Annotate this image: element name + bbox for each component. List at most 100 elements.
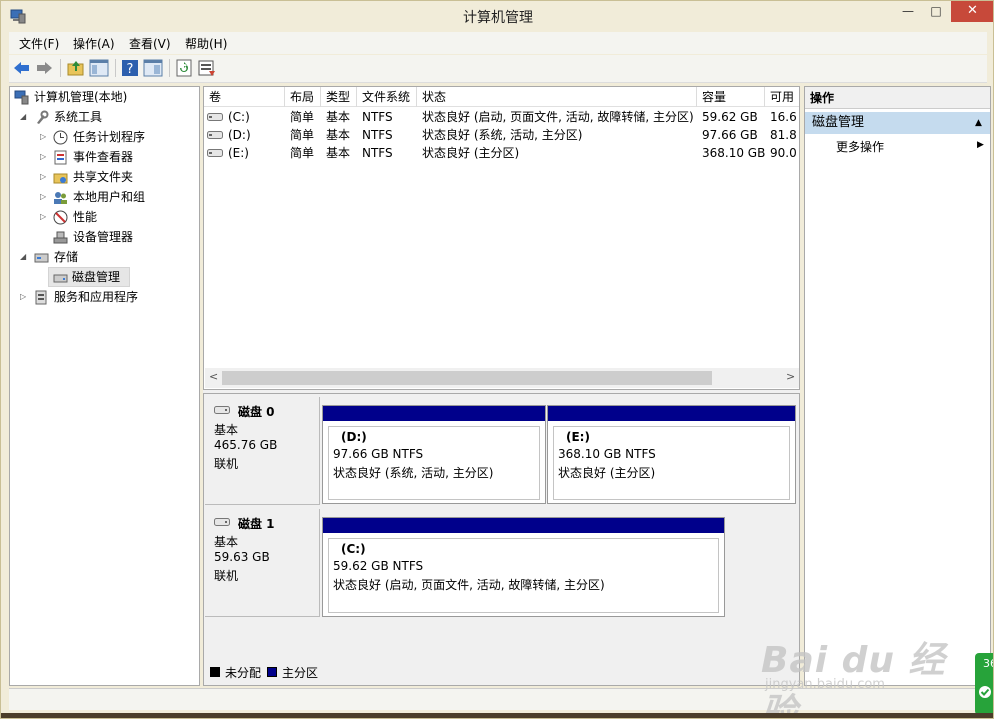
tree-item-storage[interactable]: ◢ 存储 — [12, 247, 198, 267]
help-icon[interactable]: ? — [120, 58, 140, 78]
table-row[interactable]: (D:) 简单 基本 NTFS 状态良好 (系统, 活动, 主分区) 97.66… — [204, 126, 799, 144]
cell-status: 状态良好 (系统, 活动, 主分区) — [422, 128, 583, 142]
collapsed-arrow-icon[interactable]: ▷ — [40, 127, 50, 147]
toolbar-separator — [169, 59, 170, 77]
export-icon[interactable] — [197, 58, 217, 78]
center-pane: 卷 布局 类型 文件系统 状态 容量 可用 (C:) 简单 基本 NTFS 状态… — [203, 86, 800, 686]
toolbar-separator — [115, 59, 116, 77]
disk-name: 磁盘 0 — [238, 405, 275, 419]
disk-icon — [214, 518, 230, 526]
tree-item-shared-folders[interactable]: ▷ 共享文件夹 — [12, 167, 198, 187]
cell-status: 状态良好 (主分区) — [422, 146, 520, 160]
column-header-type[interactable]: 类型 — [321, 87, 357, 107]
cell-layout: 简单 — [290, 128, 315, 142]
close-button[interactable]: ✕ — [951, 1, 993, 22]
disk-name: 磁盘 1 — [238, 517, 275, 531]
collapsed-arrow-icon[interactable]: ▷ — [20, 287, 30, 307]
cell-filesystem: NTFS — [362, 110, 393, 124]
collapsed-arrow-icon[interactable]: ▷ — [40, 187, 50, 207]
legend-primary: 主分区 — [282, 666, 319, 680]
tree-label: 性能 — [73, 210, 98, 224]
title-bar: 计算机管理 — □ ✕ — [1, 1, 993, 31]
cell-capacity: 97.66 GB — [702, 128, 758, 142]
toolbar: ? — [9, 55, 987, 83]
window-title: 计算机管理 — [463, 10, 533, 26]
menu-file[interactable]: 文件(F) — [19, 35, 59, 52]
column-header-free[interactable]: 可用 — [765, 87, 799, 107]
partition-status: 状态良好 (启动, 页面文件, 活动, 故障转储, 主分区) — [333, 578, 605, 592]
horizontal-scrollbar[interactable]: < > — [205, 368, 799, 388]
cell-layout: 简单 — [290, 110, 315, 124]
tree-item-computer-management[interactable]: 计算机管理(本地) — [12, 87, 198, 107]
tree-item-event-viewer[interactable]: ▷ 事件查看器 — [12, 147, 198, 167]
refresh-icon[interactable] — [174, 58, 194, 78]
minimize-button[interactable]: — — [894, 1, 922, 22]
disk-0-label[interactable]: 磁盘 0 基本 465.76 GB 联机 — [205, 397, 320, 505]
collapsed-arrow-icon[interactable]: ▷ — [40, 167, 50, 187]
volume-list: 卷 布局 类型 文件系统 状态 容量 可用 (C:) 简单 基本 NTFS 状态… — [203, 86, 800, 390]
forward-arrow-icon[interactable] — [34, 58, 54, 78]
back-arrow-icon[interactable] — [12, 58, 32, 78]
tree-item-performance[interactable]: ▷ 性能 — [12, 207, 198, 227]
tree-label: 服务和应用程序 — [54, 290, 139, 304]
column-header-filesystem[interactable]: 文件系统 — [357, 87, 417, 107]
tree-item-task-scheduler[interactable]: ▷ 任务计划程序 — [12, 127, 198, 147]
cell-free: 16.6 — [770, 110, 797, 124]
partition-e[interactable]: (E:) 368.10 GB NTFS 状态良好 (主分区) — [547, 405, 796, 504]
cell-free: 90.0 — [770, 146, 797, 160]
menu-help[interactable]: 帮助(H) — [185, 35, 227, 52]
disk-1-label[interactable]: 磁盘 1 基本 59.63 GB 联机 — [205, 509, 320, 617]
table-row[interactable]: (E:) 简单 基本 NTFS 状态良好 (主分区) 368.10 GB 90.… — [204, 144, 799, 162]
column-header-layout[interactable]: 布局 — [285, 87, 321, 107]
tree-item-services-apps[interactable]: ▷ 服务和应用程序 — [12, 287, 198, 307]
column-header-capacity[interactable]: 容量 — [697, 87, 765, 107]
cell-free: 81.8 — [770, 128, 797, 142]
partition-c[interactable]: (C:) 59.62 GB NTFS 状态良好 (启动, 页面文件, 活动, 故… — [322, 517, 725, 617]
partition-label: (D:) — [341, 430, 367, 444]
partition-d[interactable]: (D:) 97.66 GB NTFS 状态良好 (系统, 活动, 主分区) — [322, 405, 546, 504]
collapsed-arrow-icon[interactable]: ▷ — [40, 207, 50, 227]
submenu-arrow-icon: ▶ — [977, 140, 984, 150]
floating-badge[interactable]: 36 — [975, 653, 993, 715]
disk-status: 联机 — [214, 569, 239, 583]
computer-management-window: 计算机管理 — □ ✕ 文件(F) 操作(A) 查看(V) 帮助(H) ? 计算… — [0, 0, 994, 719]
watermark-url: jingyan.baidu.com — [765, 677, 885, 692]
disk-icon — [53, 274, 68, 283]
collapse-icon[interactable]: ▲ — [975, 112, 982, 134]
disk-size: 59.63 GB — [214, 550, 270, 564]
properties-icon[interactable] — [143, 58, 163, 78]
tree-label: 计算机管理(本地) — [34, 90, 128, 104]
cell-layout: 简单 — [290, 146, 315, 160]
cell-type: 基本 — [326, 110, 351, 124]
maximize-button[interactable]: □ — [922, 1, 950, 22]
tree-item-device-manager[interactable]: 设备管理器 — [12, 227, 198, 247]
column-header-volume[interactable]: 卷 — [204, 87, 285, 107]
primary-partition-bar — [548, 406, 795, 421]
device-manager-icon — [53, 231, 68, 244]
scroll-left-button[interactable]: < — [209, 370, 218, 383]
console-tree-icon[interactable] — [89, 58, 109, 78]
tree-item-disk-management[interactable]: 磁盘管理 — [48, 267, 130, 287]
cell-type: 基本 — [326, 146, 351, 160]
expanded-arrow-icon[interactable]: ◢ — [20, 247, 30, 267]
actions-section-disk-management[interactable]: 磁盘管理 ▲ — [805, 112, 990, 134]
up-folder-icon[interactable] — [66, 58, 86, 78]
expanded-arrow-icon[interactable]: ◢ — [20, 107, 30, 127]
scroll-right-button[interactable]: > — [786, 370, 795, 383]
cell-filesystem: NTFS — [362, 146, 393, 160]
shared-folder-icon — [53, 173, 68, 184]
check-icon — [979, 686, 991, 698]
table-row[interactable]: (C:) 简单 基本 NTFS 状态良好 (启动, 页面文件, 活动, 故障转储… — [204, 108, 799, 126]
tree-item-local-users[interactable]: ▷ 本地用户和组 — [12, 187, 198, 207]
partition-size: 59.62 GB NTFS — [333, 559, 424, 573]
collapsed-arrow-icon[interactable]: ▷ — [40, 147, 50, 167]
more-actions-link[interactable]: 更多操作 — [836, 138, 884, 155]
tree-item-system-tools[interactable]: ◢ 系统工具 — [12, 107, 198, 127]
scrollbar-thumb[interactable] — [222, 371, 712, 385]
watermark-logo: Bai du 经验 — [761, 640, 946, 719]
menu-view[interactable]: 查看(V) — [129, 35, 171, 52]
clock-icon — [53, 130, 68, 145]
column-header-status[interactable]: 状态 — [417, 87, 697, 107]
drive-icon — [207, 131, 223, 139]
menu-action[interactable]: 操作(A) — [73, 35, 115, 52]
